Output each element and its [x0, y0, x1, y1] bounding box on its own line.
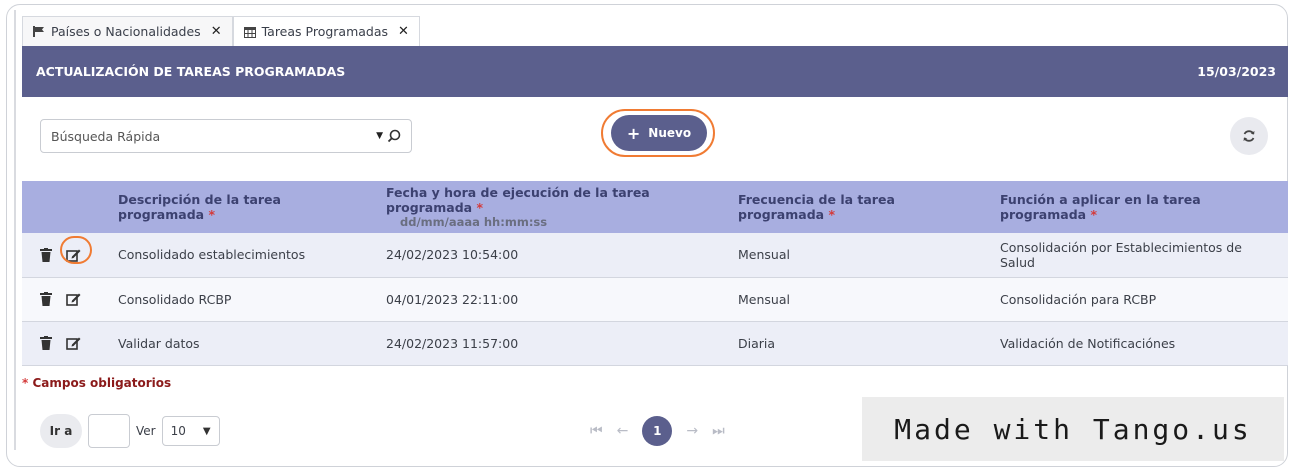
- calendar-icon: [243, 26, 256, 38]
- column-header-description[interactable]: Descripción de la tarea programada *: [110, 181, 378, 233]
- cell-description: Consolidado establecimientos: [110, 233, 378, 278]
- prev-page-icon[interactable]: ←: [617, 423, 629, 439]
- highlight-ring: [60, 235, 92, 264]
- refresh-icon: [1243, 130, 1255, 142]
- first-page-icon[interactable]: ⏮: [590, 423, 603, 439]
- close-icon[interactable]: ✕: [211, 24, 222, 39]
- tab-label: Países o Nacionalidades: [51, 24, 201, 39]
- table-row[interactable]: Consolidado RCBP 04/01/2023 22:11:00 Men…: [22, 277, 1288, 322]
- flag-icon: [33, 26, 44, 37]
- cell-frequency: Mensual: [730, 233, 992, 278]
- ver-label: Ver: [136, 424, 156, 438]
- column-header-function[interactable]: Función a aplicar en la tarea programada…: [992, 181, 1288, 233]
- column-header-datetime[interactable]: Fecha y hora de ejecución de la tarea pr…: [378, 181, 730, 233]
- required-fields-note: * Campos obligatorios: [22, 376, 172, 390]
- new-button-label: Nuevo: [648, 126, 692, 140]
- tab-tareas[interactable]: Tareas Programadas ✕: [232, 16, 420, 46]
- cell-frequency: Mensual: [730, 277, 992, 322]
- refresh-button[interactable]: [1230, 117, 1268, 155]
- search-icon[interactable]: [387, 129, 401, 143]
- table-header-row: Descripción de la tarea programada * Fec…: [22, 181, 1288, 233]
- trash-icon[interactable]: [40, 292, 52, 306]
- last-page-icon[interactable]: ⏭: [712, 423, 725, 439]
- tab-label: Tareas Programadas: [261, 24, 389, 39]
- quick-search-input[interactable]: Búsqueda Rápida ▼: [40, 119, 412, 153]
- page-size-select[interactable]: 10 ▼: [161, 416, 220, 446]
- current-page-button[interactable]: 1: [642, 416, 673, 446]
- plus-icon: +: [626, 123, 641, 143]
- cell-function: Consolidación por Establecimientos de Sa…: [992, 233, 1288, 278]
- page-size-value: 10: [170, 424, 186, 438]
- toolbar: Búsqueda Rápida ▼ + Nuevo: [22, 97, 1288, 181]
- cell-description: Validar datos: [110, 321, 378, 366]
- trash-icon[interactable]: [40, 247, 52, 262]
- cell-frequency: Diaria: [730, 321, 992, 366]
- new-button[interactable]: + Nuevo: [611, 115, 707, 151]
- datetime-format: dd/mm/aaaa hh:mm:ss: [400, 215, 548, 229]
- table-row[interactable]: Validar datos 24/02/2023 11:57:00 Diaria…: [22, 321, 1288, 366]
- column-header-frequency[interactable]: Frecuencia de la tarea programada *: [730, 181, 992, 233]
- cell-datetime: 24/02/2023 11:57:00: [378, 321, 730, 366]
- cell-description: Consolidado RCBP: [110, 277, 378, 322]
- left-edge-divider: [14, 10, 16, 450]
- search-label: Búsqueda Rápida: [51, 128, 161, 144]
- close-icon[interactable]: ✕: [398, 24, 409, 39]
- table-row[interactable]: Consolidado establecimientos 24/02/2023 …: [22, 233, 1288, 278]
- trash-icon[interactable]: [40, 336, 52, 350]
- cell-function: Consolidación para RCBP: [992, 277, 1288, 322]
- cell-datetime: 04/01/2023 22:11:00: [378, 277, 730, 322]
- chevron-down-icon: ▼: [202, 425, 211, 437]
- page-title: ACTUALIZACIÓN DE TAREAS PROGRAMADAS: [36, 64, 346, 79]
- row-actions: [22, 277, 110, 322]
- header-date: 15/03/2023: [1197, 64, 1276, 79]
- next-page-icon[interactable]: →: [686, 423, 698, 439]
- page-header: ACTUALIZACIÓN DE TAREAS PROGRAMADAS 15/0…: [22, 46, 1288, 97]
- caret-down-icon[interactable]: ▼: [376, 131, 383, 141]
- tab-bar: Países o Nacionalidades ✕ Tareas Program…: [22, 16, 420, 46]
- row-actions: [22, 321, 110, 366]
- row-actions: [22, 233, 110, 278]
- goto-page-input[interactable]: [88, 414, 130, 448]
- tab-paises[interactable]: Países o Nacionalidades ✕: [22, 16, 233, 46]
- goto-page-button[interactable]: Ir a: [40, 414, 82, 448]
- edit-icon[interactable]: [66, 292, 81, 306]
- watermark: Made with Tango.us: [862, 397, 1284, 461]
- pager-goto: Ir a Ver 10 ▼: [40, 414, 220, 448]
- edit-icon[interactable]: [66, 336, 81, 350]
- actions-header: [22, 181, 110, 233]
- cell-datetime: 24/02/2023 10:54:00: [378, 233, 730, 278]
- tasks-table: Descripción de la tarea programada * Fec…: [22, 181, 1288, 366]
- pagination: ⏮ ← 1 → ⏭: [590, 416, 725, 446]
- cell-function: Validación de Notificaciónes: [992, 321, 1288, 366]
